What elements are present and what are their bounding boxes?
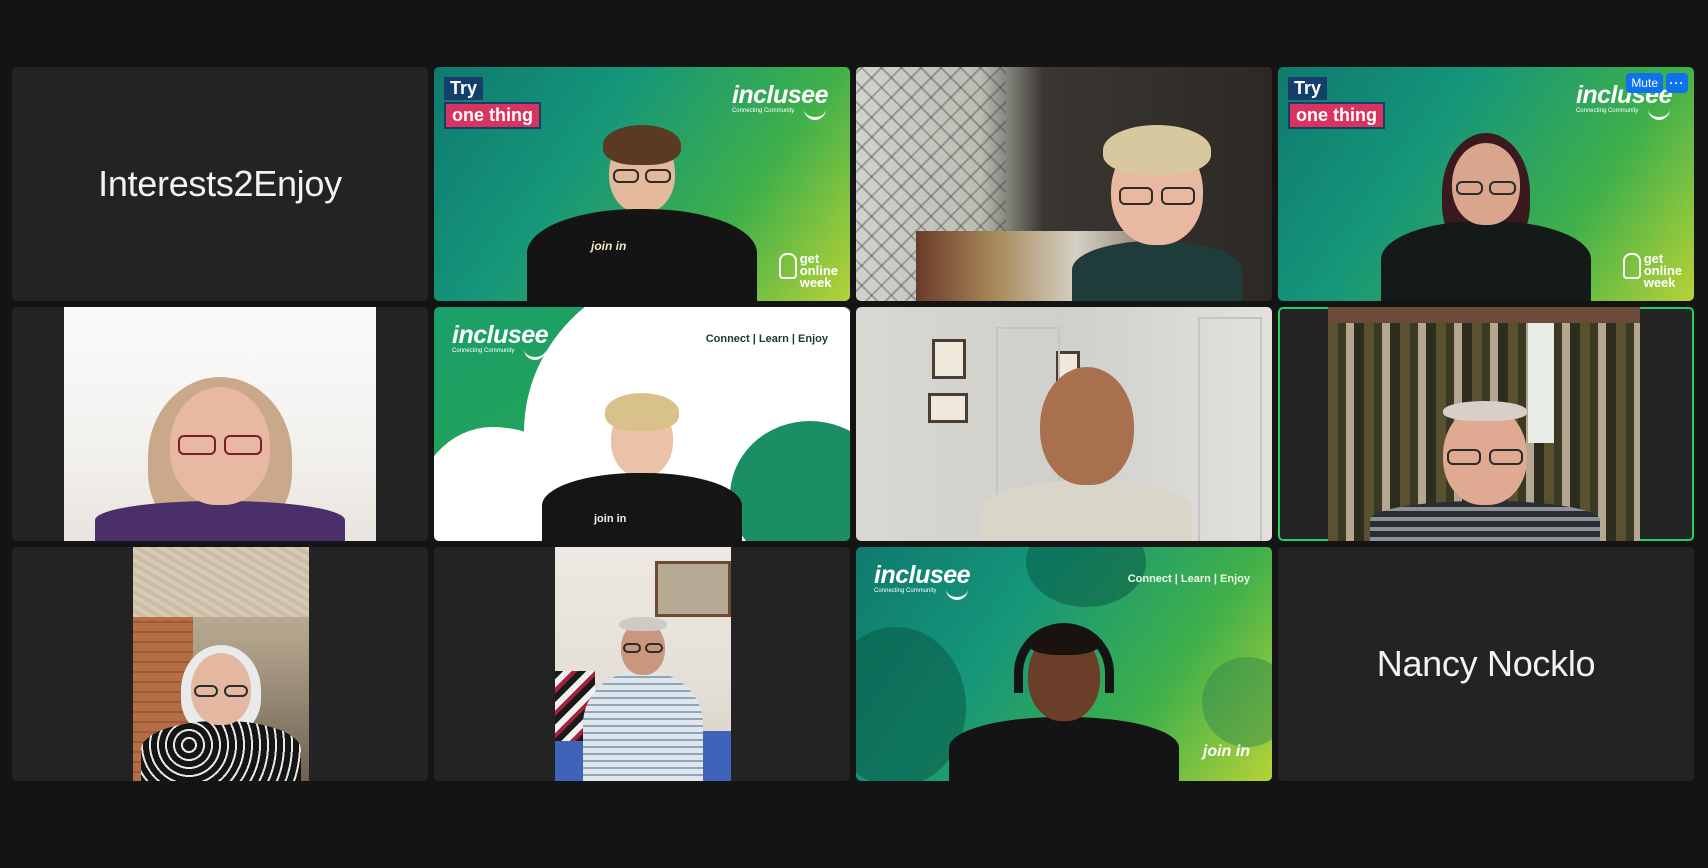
tagline: Connect | Learn | Enjoy <box>705 333 828 345</box>
participant-name: Nancy Nocklo <box>1376 643 1596 684</box>
participant-video-person <box>583 617 703 781</box>
participant-tile-nancy-nocklo[interactable]: Nancy Nocklo <box>1278 547 1694 781</box>
more-options-button[interactable]: ··· <box>1666 73 1688 93</box>
participant-video-person <box>1072 125 1242 301</box>
participant-tile-interests2enjoy[interactable]: Interests2Enjoy <box>12 67 428 301</box>
participant-tile-video[interactable]: Try one thing inclusee Connecting Commun… <box>1278 67 1694 301</box>
participant-video-person: join in <box>527 125 757 301</box>
participant-video-person <box>949 623 1179 781</box>
mute-button[interactable]: Mute <box>1626 73 1663 93</box>
get-online-week-logo: get online week <box>1622 252 1682 289</box>
get-online-week-logo: get online week <box>778 252 838 289</box>
wall-painting <box>655 561 731 617</box>
gallery-view: Interests2Enjoy Try one thing inclusee C… <box>0 0 1708 868</box>
video-feed <box>64 307 376 541</box>
participant-video-person <box>1381 133 1591 301</box>
inclusee-logo: inclusee Connecting Community <box>874 561 971 600</box>
participant-grid: Interests2Enjoy Try one thing inclusee C… <box>12 67 1695 781</box>
participant-tile-video[interactable] <box>12 547 428 781</box>
participant-tile-video-active-speaker[interactable] <box>1278 307 1694 541</box>
curtain-rail <box>1328 307 1640 323</box>
participant-video-person <box>982 357 1192 541</box>
video-feed <box>555 547 731 781</box>
participant-tile-video[interactable]: Try one thing inclusee Connecting Commun… <box>434 67 850 301</box>
porch-ceiling <box>133 547 309 617</box>
wall-frame <box>932 339 966 379</box>
tagline: Connect | Learn | Enjoy <box>1127 573 1250 585</box>
participant-tile-video[interactable] <box>856 307 1272 541</box>
participant-video-person <box>1370 401 1600 541</box>
try-one-thing-badge: Try one thing <box>444 77 541 129</box>
participant-tile-video[interactable] <box>856 67 1272 301</box>
inclusee-logo: inclusee Connecting Community <box>732 81 829 120</box>
participant-tile-video[interactable] <box>12 307 428 541</box>
participant-video-person: join in <box>542 393 742 541</box>
video-feed <box>133 547 309 781</box>
join-in-logo: join in <box>1202 743 1250 760</box>
door <box>1198 317 1262 541</box>
tile-controls: Mute ··· <box>1626 73 1688 93</box>
try-one-thing-badge: Try one thing <box>1288 77 1385 129</box>
participant-tile-video[interactable]: inclusee Connecting Community Connect | … <box>434 307 850 541</box>
inclusee-logo: inclusee Connecting Community <box>452 321 549 360</box>
participant-name: Interests2Enjoy <box>98 163 342 204</box>
video-feed <box>1328 307 1640 541</box>
participant-tile-video[interactable]: inclusee Connecting Community Connect | … <box>856 547 1272 781</box>
participant-video-person <box>141 645 301 781</box>
wall-frame <box>928 393 968 423</box>
participant-tile-video[interactable] <box>434 547 850 781</box>
participant-video-person <box>95 377 345 541</box>
